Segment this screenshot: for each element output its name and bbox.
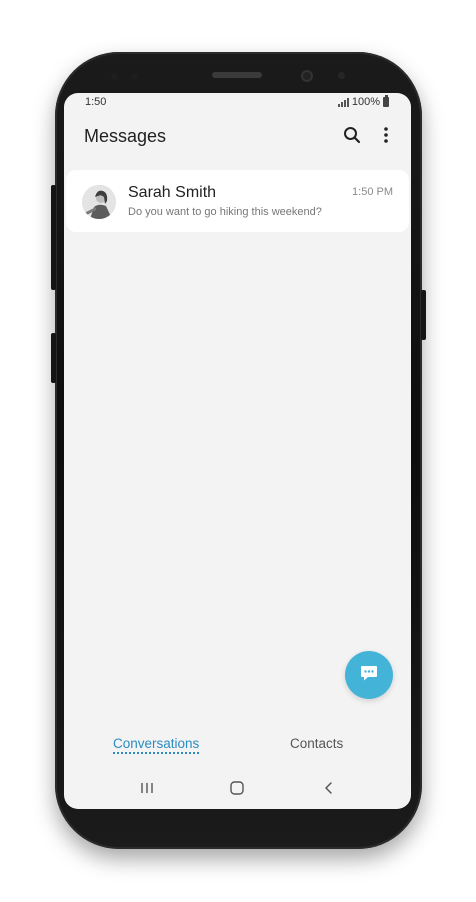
search-icon[interactable] xyxy=(342,125,362,145)
avatar xyxy=(82,185,116,219)
app-bar: Messages xyxy=(64,111,411,163)
tab-conversations[interactable]: Conversations xyxy=(113,736,200,754)
status-bar: 1:50 100% xyxy=(64,93,411,111)
sensor-icon xyxy=(111,73,118,80)
recent-apps-icon[interactable] xyxy=(138,779,156,797)
stage: 1:50 100% Messages Sarah Smith Do you wa… xyxy=(0,0,476,902)
back-icon[interactable] xyxy=(320,779,338,797)
new-message-button[interactable] xyxy=(345,651,393,699)
status-right: 100% xyxy=(337,95,389,108)
bottom-tabs: Conversations Contacts xyxy=(64,733,411,757)
earpiece xyxy=(212,72,262,78)
battery-percent: 100% xyxy=(351,96,380,108)
sensor-icon xyxy=(338,72,345,79)
tab-contacts[interactable]: Contacts xyxy=(290,736,343,751)
new-message-icon xyxy=(359,663,379,688)
front-camera-icon xyxy=(301,70,313,82)
bixby-button xyxy=(51,333,56,383)
status-time: 1:50 xyxy=(85,96,107,108)
volume-button xyxy=(51,185,56,290)
signal-icon xyxy=(337,97,349,107)
sensor-icon xyxy=(131,73,138,80)
power-button xyxy=(421,290,426,340)
conversation-item[interactable]: Sarah Smith Do you want to go hiking thi… xyxy=(66,170,409,232)
contact-name: Sarah Smith xyxy=(128,184,217,201)
more-vertical-icon[interactable] xyxy=(376,125,396,145)
message-preview: Do you want to go hiking this weekend? xyxy=(128,206,322,218)
page-title: Messages xyxy=(84,126,167,146)
home-icon[interactable] xyxy=(228,779,246,797)
battery-icon xyxy=(383,95,389,107)
navigation-bar xyxy=(64,773,411,803)
phone-screen: 1:50 100% Messages Sarah Smith Do you wa… xyxy=(64,93,411,809)
message-time: 1:50 PM xyxy=(352,186,393,198)
